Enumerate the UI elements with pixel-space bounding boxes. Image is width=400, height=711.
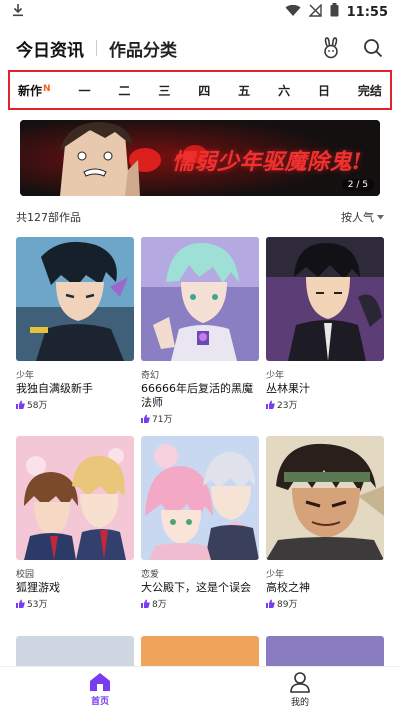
tab-sunday[interactable]: 日 xyxy=(318,82,330,99)
thumbs-up-icon xyxy=(266,400,275,409)
thumbs-up-icon xyxy=(266,599,275,608)
chevron-down-icon xyxy=(377,214,384,219)
sort-dropdown[interactable]: 按人气 xyxy=(341,209,384,225)
comic-genre: 校园 xyxy=(16,570,35,580)
comic-genre: 少年 xyxy=(266,570,285,580)
comic-title: 我独自满级新手 xyxy=(16,382,93,395)
no-signal-icon xyxy=(307,2,322,21)
thumbs-up-icon xyxy=(16,599,25,608)
comic-card[interactable]: 恋爱 大公殿下，这是个误会 8万 xyxy=(141,436,259,610)
thumbs-up-icon xyxy=(16,400,25,409)
comic-card[interactable]: 少年 丛林果汁 23万 xyxy=(266,237,384,411)
list-header: 共127部作品 按人气 xyxy=(16,208,384,226)
comic-card[interactable]: 少年 我独自满级新手 58万 xyxy=(16,237,134,411)
comic-likes: 58万 xyxy=(16,398,134,411)
download-icon xyxy=(12,3,24,21)
banner-title: 懦弱少年驱魔除鬼! xyxy=(172,149,363,175)
comic-cover-partial[interactable] xyxy=(266,636,384,666)
nav-home[interactable]: 首页 xyxy=(0,667,200,711)
weekday-tab-bar: 新作N 一 二 三 四 五 六 日 完结 xyxy=(8,70,392,110)
comic-genre: 少年 xyxy=(16,371,35,381)
promo-banner[interactable]: 懦弱少年驱魔除鬼! 2 / 5 xyxy=(20,120,380,196)
new-badge: N xyxy=(43,83,51,94)
likes-count: 8万 xyxy=(152,600,167,610)
comic-card[interactable]: 校园 狐狸游戏 53万 xyxy=(16,436,134,610)
work-count: 共127部作品 xyxy=(16,211,81,224)
likes-count: 23万 xyxy=(277,401,298,411)
comic-likes: 89万 xyxy=(266,597,384,610)
comic-genre: 少年 xyxy=(266,371,285,381)
bottom-navigation: 首页 我的 xyxy=(0,666,400,711)
comic-cover-partial[interactable] xyxy=(141,636,259,666)
comic-likes: 53万 xyxy=(16,597,134,610)
likes-count: 53万 xyxy=(27,600,48,610)
tab-completed[interactable]: 完结 xyxy=(358,82,382,99)
tab-friday[interactable]: 五 xyxy=(238,82,250,99)
likes-count: 89万 xyxy=(277,600,298,610)
comic-title: 高校之神 xyxy=(266,581,310,594)
comic-genre: 恋爱 xyxy=(141,570,160,580)
tab-divider xyxy=(96,40,97,56)
comic-card[interactable]: 少年 高校之神 89万 xyxy=(266,436,384,610)
tab-new-releases[interactable]: 新作N xyxy=(18,82,51,99)
comic-cover xyxy=(141,436,259,560)
comic-title: 丛林果汁 xyxy=(266,382,310,395)
tab-categories[interactable]: 作品分类 xyxy=(109,36,177,61)
tab-today-news[interactable]: 今日资讯 xyxy=(16,36,84,61)
likes-count: 58万 xyxy=(27,401,48,411)
comic-likes: 23万 xyxy=(266,398,384,411)
comic-likes: 8万 xyxy=(141,597,259,610)
comic-cover xyxy=(266,237,384,361)
comic-title: 66666年后复活的黑魔法师 xyxy=(141,382,253,409)
home-icon xyxy=(90,672,110,691)
comic-cover-partial[interactable] xyxy=(16,636,134,666)
tab-wednesday[interactable]: 三 xyxy=(158,82,170,99)
comic-genre: 奇幻 xyxy=(141,371,160,381)
comic-cover xyxy=(16,237,134,361)
rabbit-mascot-icon[interactable] xyxy=(320,37,342,59)
nav-home-label: 首页 xyxy=(90,696,109,707)
top-header: 今日资讯 作品分类 xyxy=(0,28,400,68)
comic-cover xyxy=(266,436,384,560)
status-bar: 11:55 xyxy=(0,0,400,24)
tab-saturday[interactable]: 六 xyxy=(278,82,290,99)
tab-monday[interactable]: 一 xyxy=(78,82,90,99)
tab-tuesday[interactable]: 二 xyxy=(118,82,130,99)
comic-cover xyxy=(16,436,134,560)
tab-thursday[interactable]: 四 xyxy=(198,82,210,99)
battery-icon xyxy=(330,3,339,21)
comic-likes: 71万 xyxy=(141,412,259,425)
search-icon[interactable] xyxy=(362,37,384,59)
user-icon xyxy=(290,671,310,693)
comic-title: 大公殿下，这是个误会 xyxy=(141,581,251,594)
comic-cover xyxy=(141,237,259,361)
likes-count: 71万 xyxy=(152,415,173,425)
banner-page-indicator: 2 / 5 xyxy=(341,179,374,191)
nav-profile[interactable]: 我的 xyxy=(200,667,400,711)
status-time: 11:55 xyxy=(346,4,388,20)
thumbs-up-icon xyxy=(141,414,150,423)
nav-profile-label: 我的 xyxy=(290,697,309,708)
wifi-icon xyxy=(285,4,301,21)
comic-title: 狐狸游戏 xyxy=(16,581,60,594)
tab-label: 新作 xyxy=(18,83,43,98)
sort-label: 按人气 xyxy=(341,211,374,224)
comic-card[interactable]: 奇幻 66666年后复活的黑魔法师 71万 xyxy=(141,237,259,425)
thumbs-up-icon xyxy=(141,599,150,608)
